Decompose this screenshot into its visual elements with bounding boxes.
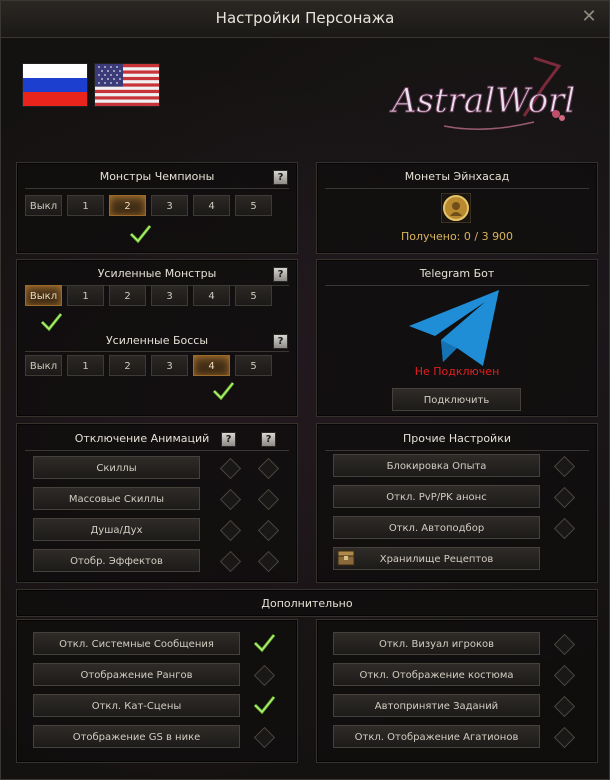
champions-level-2-button[interactable]: 2 <box>109 195 146 216</box>
champions-check-icon <box>129 225 152 244</box>
divider <box>25 450 289 451</box>
additional-left-check-icon[interactable] <box>252 694 276 716</box>
animation-self-toggle[interactable] <box>219 457 242 480</box>
additional-left-option-button[interactable]: Откл. Системные Сообщения <box>33 632 240 655</box>
additional-right-option-button[interactable]: Откл. Отображение Агатионов <box>333 725 540 748</box>
usa-flag[interactable] <box>94 63 160 107</box>
monsters-level-1-button[interactable]: 1 <box>67 285 104 306</box>
monsters-level-2-button[interactable]: 2 <box>109 285 146 306</box>
svg-text:AstralWorld: AstralWorld <box>389 81 574 121</box>
additional-header: Дополнительно <box>16 589 598 617</box>
additional-right-panel: Откл. Визуал игроков Откл. Отображение ко… <box>316 619 598 763</box>
help-button[interactable]: ? <box>261 432 276 447</box>
divider <box>325 450 589 451</box>
additional-left-toggle[interactable] <box>253 726 276 749</box>
bosses-level-3-button[interactable]: 3 <box>151 355 188 376</box>
telegram-status: Не Подключен <box>414 365 500 378</box>
animation-option-button[interactable]: Душа/Дух <box>33 518 200 541</box>
champions-level-3-button[interactable]: 3 <box>151 195 188 216</box>
champions-level-4-button[interactable]: 4 <box>193 195 230 216</box>
other-settings-panel: Прочие Настройки Блокировка Опыта Откл. P… <box>316 423 598 583</box>
coins-title: Монеты Эйнхасад <box>404 170 510 183</box>
animation-others-toggle[interactable] <box>257 550 280 573</box>
einhasad-coin-icon <box>441 193 471 223</box>
russian-flag[interactable] <box>22 63 88 107</box>
divider <box>325 188 589 189</box>
enhanced-panel: Усиленные Монстры ? Выкл 1 2 3 4 5 Усиленные … <box>16 259 298 417</box>
champions-panel: Монстры Чемпионы ? Выкл 1 2 3 4 5 <box>16 162 298 254</box>
other-setting-button[interactable]: Блокировка Опыта <box>333 454 540 477</box>
monsters-level-3-button[interactable]: 3 <box>151 285 188 306</box>
astralworld-logo: AstralWorld <box>389 56 574 130</box>
additional-left-option-button[interactable]: Отображение GS в нике <box>33 725 240 748</box>
recipe-chest-icon <box>337 550 355 566</box>
monsters-level-off-button[interactable]: Выкл <box>25 285 62 306</box>
telegram-panel: Telegram Бот Не Подключен Подключить <box>316 259 598 417</box>
monsters-level-5-button[interactable]: 5 <box>235 285 272 306</box>
bosses-level-5-button[interactable]: 5 <box>235 355 272 376</box>
other-setting-button[interactable]: Хранилище Рецептов <box>333 547 540 570</box>
additional-left-option-button[interactable]: Отображение Рангов <box>33 663 240 686</box>
other-setting-toggle[interactable] <box>553 455 576 478</box>
bosses-level-off-button[interactable]: Выкл <box>25 355 62 376</box>
telegram-icon <box>409 290 499 366</box>
champions-level-off-button[interactable]: Выкл <box>25 195 62 216</box>
character-settings-window: Настройки Персонажа ✕ AstralWor Монстры … <box>0 0 610 780</box>
help-button[interactable]: ? <box>273 267 288 282</box>
help-button[interactable]: ? <box>221 432 236 447</box>
champions-level-5-button[interactable]: 5 <box>235 195 272 216</box>
animation-option-button[interactable]: Массовые Скиллы <box>33 487 200 510</box>
additional-right-toggle[interactable] <box>553 726 576 749</box>
bosses-level-4-button[interactable]: 4 <box>193 355 230 376</box>
additional-left-option-button[interactable]: Откл. Кат-Сцены <box>33 694 240 717</box>
title-bar[interactable]: Настройки Персонажа ✕ <box>1 1 609 38</box>
animation-others-toggle[interactable] <box>257 457 280 480</box>
animations-panel: Отключение Анимаций ? ? Скиллы Массовые С… <box>16 423 298 583</box>
additional-title: Дополнительно <box>261 597 353 610</box>
coins-received: Получено: 0 / 3 900 <box>400 230 514 243</box>
window-title: Настройки Персонажа <box>215 9 395 27</box>
divider <box>25 351 289 352</box>
divider <box>25 188 289 189</box>
monsters-level-4-button[interactable]: 4 <box>193 285 230 306</box>
animation-self-toggle[interactable] <box>219 519 242 542</box>
animation-others-toggle[interactable] <box>257 488 280 511</box>
help-button[interactable]: ? <box>273 334 288 349</box>
animation-option-button[interactable]: Скиллы <box>33 456 200 479</box>
connect-button[interactable]: Подключить <box>392 388 521 411</box>
monsters-check-icon <box>40 313 63 332</box>
champions-level-1-button[interactable]: 1 <box>67 195 104 216</box>
bosses-level-2-button[interactable]: 2 <box>109 355 146 376</box>
telegram-title: Telegram Бот <box>419 267 495 280</box>
additional-right-option-button[interactable]: Автопринятие Заданий <box>333 694 540 717</box>
other-setting-toggle[interactable] <box>553 517 576 540</box>
additional-right-option-button[interactable]: Откл. Отображение костюма <box>333 663 540 686</box>
enhanced-bosses-title: Усиленные Боссы <box>105 334 209 347</box>
additional-right-toggle[interactable] <box>553 664 576 687</box>
bosses-level-1-button[interactable]: 1 <box>67 355 104 376</box>
animation-self-toggle[interactable] <box>219 488 242 511</box>
additional-left-check-icon[interactable] <box>252 632 276 654</box>
additional-left-panel: Откл. Системные Сообщения Отображение Ран… <box>16 619 298 763</box>
help-button[interactable]: ? <box>273 170 288 185</box>
close-icon[interactable]: ✕ <box>579 7 599 27</box>
other-setting-toggle[interactable] <box>553 486 576 509</box>
additional-right-toggle[interactable] <box>553 633 576 656</box>
divider <box>325 285 589 286</box>
bosses-check-icon <box>212 382 235 401</box>
animation-self-toggle[interactable] <box>219 550 242 573</box>
other-settings-title: Прочие Настройки <box>402 432 512 445</box>
additional-right-option-button[interactable]: Откл. Визуал игроков <box>333 632 540 655</box>
other-setting-button[interactable]: Откл. PvP/PK анонс <box>333 485 540 508</box>
animations-title: Отключение Анимаций <box>74 432 210 445</box>
other-setting-button[interactable]: Откл. Автоподбор <box>333 516 540 539</box>
animation-option-button[interactable]: Отобр. Эффектов <box>33 549 200 572</box>
enhanced-monsters-title: Усиленные Монстры <box>97 267 217 280</box>
animation-others-toggle[interactable] <box>257 519 280 542</box>
additional-right-toggle[interactable] <box>553 695 576 718</box>
additional-left-toggle[interactable] <box>253 664 276 687</box>
champions-title: Монстры Чемпионы <box>99 170 215 183</box>
